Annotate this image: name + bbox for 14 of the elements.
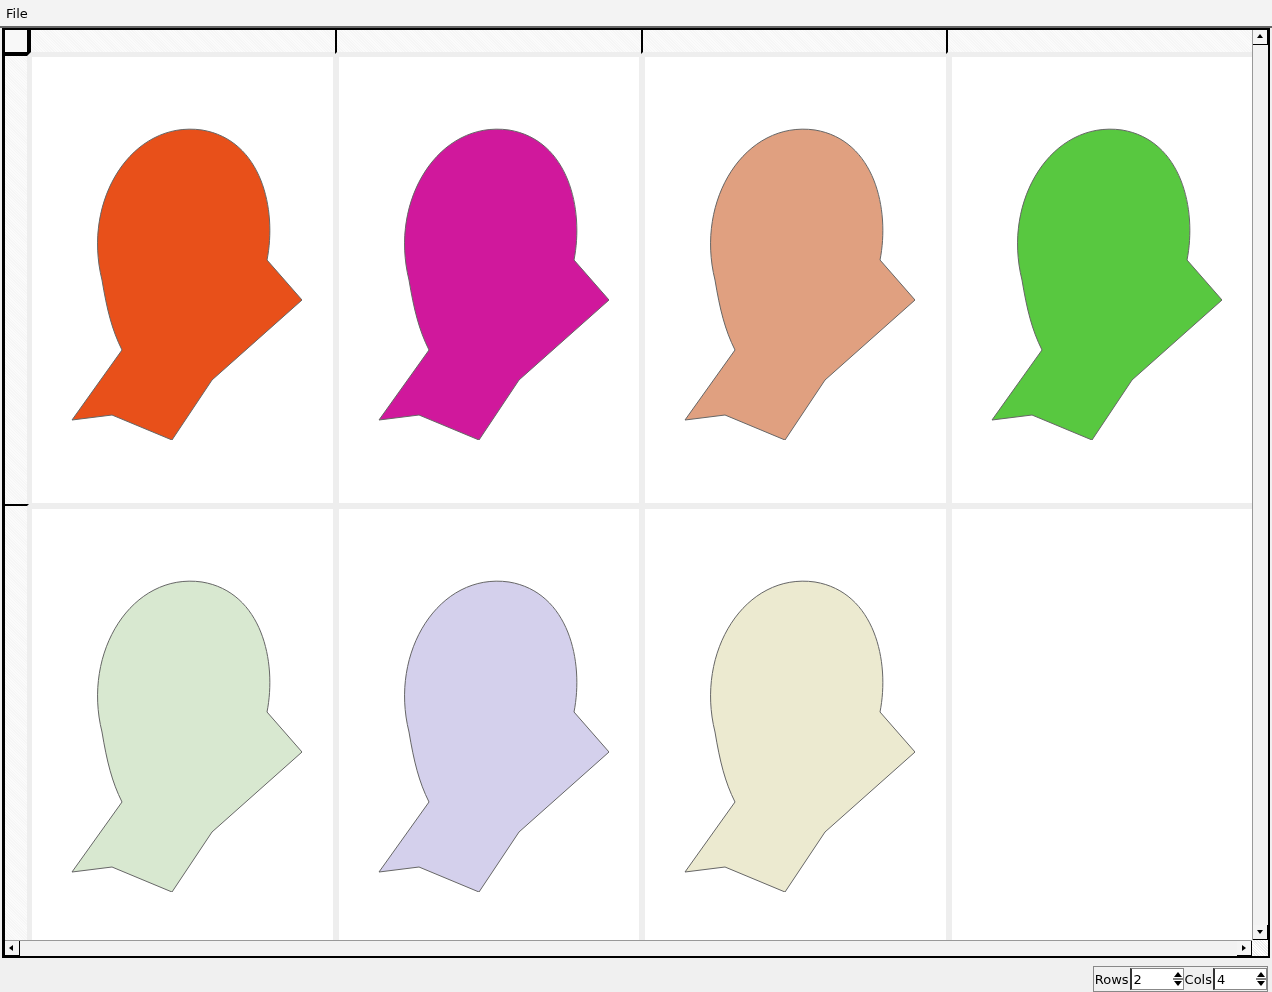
rows-label: Rows [1093,971,1130,987]
menu-item[interactable]: File [5,5,29,21]
spin-arrows-icon[interactable] [1256,970,1266,988]
cols-spinbox[interactable]: 4 [1213,968,1267,990]
cols-label: Cols [1183,971,1213,987]
scroll-right-button[interactable] [1237,941,1252,956]
scroll-up-button[interactable] [1253,30,1268,45]
spin-arrows-icon[interactable] [1172,970,1183,988]
scroll-left-button[interactable] [5,941,20,956]
rows-spinbox[interactable]: 2 [1129,968,1184,990]
vertical-scrollbar[interactable] [1252,30,1268,940]
horizontal-scrollbar[interactable] [5,940,1252,956]
scroll-down-button[interactable] [1253,925,1268,940]
scrollbar-corner [1252,940,1268,956]
